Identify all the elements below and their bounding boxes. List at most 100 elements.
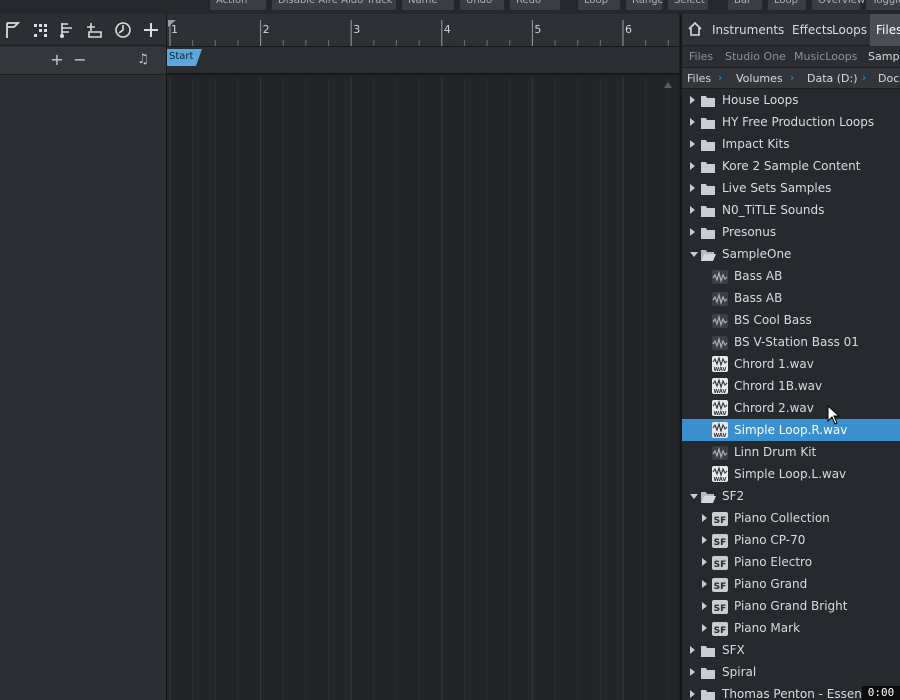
collapsed-arrow-icon[interactable]	[702, 514, 707, 522]
add-track-button[interactable]: +	[49, 52, 65, 68]
quantize-icon[interactable]	[31, 20, 51, 40]
item-label: Live Sets Samples	[722, 181, 832, 195]
toolbar-button-loop[interactable]: Loop	[578, 0, 620, 10]
folder-row[interactable]: Impact Kits	[682, 133, 900, 155]
bar-number: 1	[171, 23, 178, 36]
file-row[interactable]: SF Piano CP-70	[682, 529, 900, 551]
toolbar-button-select[interactable]: Select	[668, 0, 708, 10]
wav-file-icon: WAV	[712, 422, 728, 439]
toolbar-button-range[interactable]: Range	[626, 0, 664, 10]
collapsed-arrow-icon[interactable]	[702, 536, 707, 544]
track-add-icon[interactable]	[84, 20, 104, 40]
folder-row[interactable]: SampleOne	[682, 243, 900, 265]
toolbar-button-action[interactable]: Action	[210, 0, 266, 10]
collapsed-arrow-icon[interactable]	[702, 580, 707, 588]
toolbar-button-label: Name	[408, 0, 438, 6]
scroll-up-arrow-icon[interactable]	[664, 82, 672, 88]
remove-track-button[interactable]: −	[72, 52, 88, 68]
folder-icon	[700, 687, 716, 700]
track-list[interactable]	[0, 76, 166, 700]
breadcrumb-data-drive[interactable]: Data (D:)	[807, 72, 858, 85]
wav-file-icon: WAV	[712, 466, 728, 483]
wav-file-icon: WAV	[712, 378, 728, 395]
arrange-grid[interactable]	[167, 77, 679, 700]
expanded-arrow-icon[interactable]	[690, 494, 698, 499]
arrange-view[interactable]: 1 2 3 4 5 6 Start	[166, 14, 679, 700]
item-label: SF2	[722, 489, 745, 503]
file-row[interactable]: BS V-Station Bass 01	[682, 331, 900, 353]
flag-icon[interactable]	[3, 20, 23, 40]
folder-icon	[700, 159, 716, 173]
add-icon[interactable]	[141, 20, 161, 40]
collapsed-arrow-icon[interactable]	[690, 162, 695, 170]
breadcrumb-documents[interactable]: Docu	[878, 72, 900, 85]
breadcrumb-files[interactable]: Files	[687, 72, 711, 85]
subtab-studio-one[interactable]: Studio One	[725, 50, 786, 63]
toolbar-button-disable-aire-aido-track[interactable]: Disable Aire Aido Track	[272, 0, 396, 10]
folder-row[interactable]: Spiral	[682, 661, 900, 683]
folder-row[interactable]: HY Free Production Loops	[682, 111, 900, 133]
subtab-files[interactable]: Files	[689, 50, 713, 63]
tab-effects[interactable]: Effects	[792, 23, 833, 37]
breadcrumb-volumes[interactable]: Volumes	[736, 72, 783, 85]
note-icon[interactable]: ♫	[135, 52, 151, 68]
folder-row[interactable]: N0_TiTLE Sounds	[682, 199, 900, 221]
expanded-arrow-icon[interactable]	[690, 252, 698, 257]
folder-row[interactable]: Presonus	[682, 221, 900, 243]
toolbar-button-redo[interactable]: Redo	[510, 0, 560, 10]
file-row[interactable]: SF Piano Electro	[682, 551, 900, 573]
toolbar-button-undo[interactable]: Undo	[460, 0, 504, 10]
folder-row[interactable]: SF2	[682, 485, 900, 507]
collapsed-arrow-icon[interactable]	[690, 206, 695, 214]
collapsed-arrow-icon[interactable]	[690, 184, 695, 192]
file-row[interactable]: BS Cool Bass	[682, 309, 900, 331]
toolbar-button-loop[interactable]: Loop	[768, 0, 806, 10]
subtab-musicloops[interactable]: MusicLoops	[794, 50, 857, 63]
file-row[interactable]: SF Piano Grand	[682, 573, 900, 595]
folder-icon	[700, 225, 716, 239]
collapsed-arrow-icon[interactable]	[690, 140, 695, 148]
note-tools-icon[interactable]	[57, 20, 77, 40]
home-icon[interactable]	[688, 21, 702, 39]
collapsed-arrow-icon[interactable]	[690, 668, 695, 676]
sf2-file-icon: SF	[712, 511, 728, 526]
file-row[interactable]: WAV Simple Loop.L.wav	[682, 463, 900, 485]
file-row[interactable]: Bass AB	[682, 265, 900, 287]
collapsed-arrow-icon[interactable]	[690, 96, 695, 104]
file-row[interactable]: SF Piano Collection	[682, 507, 900, 529]
folder-icon	[700, 181, 716, 195]
toolbar-button-overview[interactable]: Overview	[812, 0, 865, 10]
folder-row[interactable]: Kore 2 Sample Content	[682, 155, 900, 177]
marker-track[interactable]: Start	[167, 47, 679, 75]
file-row[interactable]: WAV Chrord 1B.wav	[682, 375, 900, 397]
collapsed-arrow-icon[interactable]	[702, 602, 707, 610]
toolbar-button-toggle[interactable]: Toggle	[866, 0, 900, 10]
collapsed-arrow-icon[interactable]	[690, 228, 695, 236]
collapsed-arrow-icon[interactable]	[690, 118, 695, 126]
bar-number: 4	[443, 23, 451, 36]
collapsed-arrow-icon[interactable]	[690, 690, 695, 698]
file-row[interactable]: WAV Simple Loop.R.wav	[682, 419, 900, 441]
folder-row[interactable]: SFX	[682, 639, 900, 661]
tab-loops[interactable]: Loops	[832, 23, 867, 37]
collapsed-arrow-icon[interactable]	[690, 646, 695, 654]
toolbar-button-name[interactable]: Name	[402, 0, 454, 10]
start-marker[interactable]: Start	[167, 49, 202, 66]
file-row[interactable]: SF Piano Grand Bright	[682, 595, 900, 617]
tab-files[interactable]: Files	[876, 23, 900, 37]
toolbar-button-label: Redo	[516, 0, 542, 6]
collapsed-arrow-icon[interactable]	[702, 558, 707, 566]
tab-instruments[interactable]: Instruments	[712, 23, 784, 37]
toolbar-button-bar[interactable]: Bar	[728, 0, 762, 10]
collapsed-arrow-icon[interactable]	[702, 624, 707, 632]
file-row[interactable]: WAV Chrord 2.wav	[682, 397, 900, 419]
file-row[interactable]: SF Piano Mark	[682, 617, 900, 639]
file-row[interactable]: WAV Chrord 1.wav	[682, 353, 900, 375]
subtab-samples[interactable]: Sampl	[868, 50, 900, 63]
tempo-clock-icon[interactable]	[113, 20, 133, 40]
timeline-ruler[interactable]: 1 2 3 4 5 6	[167, 14, 679, 47]
folder-row[interactable]: Live Sets Samples	[682, 177, 900, 199]
folder-row[interactable]: House Loops	[682, 89, 900, 111]
file-row[interactable]: Bass AB	[682, 287, 900, 309]
file-row[interactable]: Linn Drum Kit	[682, 441, 900, 463]
